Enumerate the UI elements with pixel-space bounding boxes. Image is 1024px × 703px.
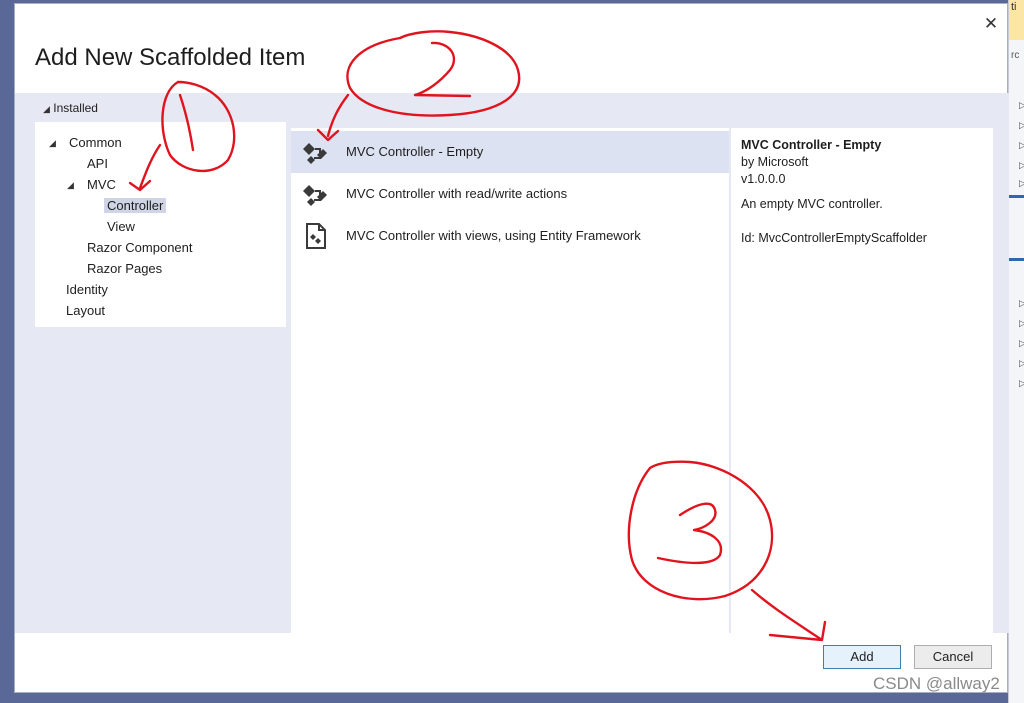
watermark: CSDN @allway2 <box>873 674 1000 693</box>
ide-expand-arrow-icon: ▷ <box>1019 160 1024 170</box>
controller-icon <box>303 143 327 164</box>
list-item-mvc-controller-empty[interactable]: MVC Controller - Empty <box>291 131 729 173</box>
ide-expand-arrow-icon: ▷ <box>1019 298 1024 308</box>
list-item-mvc-controller-entity-framework[interactable]: MVC Controller with views, using Entity … <box>291 215 729 257</box>
close-icon: ✕ <box>983 14 999 33</box>
ide-selection-marker <box>1009 258 1024 261</box>
ide-expand-arrow-icon: ▷ <box>1019 100 1024 110</box>
tree-item-identity[interactable]: Identity <box>63 281 111 299</box>
controller-icon <box>303 185 327 206</box>
dialog-title: Add New Scaffolded Item <box>35 44 306 71</box>
ide-tab-fragment: ti <box>1009 0 1024 40</box>
category-tree: ◢ Common API ◢ MVC Controller View Razor C… <box>35 122 286 327</box>
tree-item-razor-pages[interactable]: Razor Pages <box>84 260 165 278</box>
expanded-triangle-icon[interactable]: ◢ <box>67 176 74 194</box>
ide-expand-arrow-icon: ▷ <box>1019 120 1024 130</box>
tree-item-api[interactable]: API <box>84 155 111 173</box>
ide-expand-arrow-icon: ▷ <box>1019 140 1024 150</box>
ide-text-fragment: rc <box>1011 50 1020 61</box>
entity-framework-icon <box>306 223 326 249</box>
installed-node[interactable]: ◢ Installed <box>43 101 98 115</box>
tree-item-razor-component[interactable]: Razor Component <box>84 239 196 257</box>
ide-expand-arrow-icon: ▷ <box>1019 378 1024 388</box>
add-button[interactable]: Add <box>823 645 901 669</box>
detail-version: v1.0.0.0 <box>741 172 786 186</box>
close-button[interactable]: ✕ <box>981 14 1001 34</box>
detail-author: by Microsoft <box>741 155 809 169</box>
tree-item-mvc[interactable]: ◢ MVC <box>67 176 119 194</box>
list-item-mvc-controller-read-write[interactable]: MVC Controller with read/write actions <box>291 173 729 215</box>
installed-label: Installed <box>53 101 98 115</box>
ide-expand-arrow-icon: ▷ <box>1019 358 1024 368</box>
tree-item-common[interactable]: ◢ Common <box>49 134 125 152</box>
detail-title: MVC Controller - Empty <box>741 138 882 152</box>
collapse-triangle-icon[interactable]: ◢ <box>43 104 50 114</box>
dialog-content: ◢ Installed ◢ Common API ◢ MVC Controller … <box>15 93 1009 633</box>
expanded-triangle-icon[interactable]: ◢ <box>49 134 56 152</box>
ide-expand-arrow-icon: ▷ <box>1019 338 1024 348</box>
background-ide-strip: ti rc ▷ ▷ ▷ ▷ ▷ ▷ ▷ ▷ ▷ ▷ <box>1008 0 1024 703</box>
detail-id: Id: MvcControllerEmptyScaffolder <box>741 231 927 245</box>
scaffolder-list: MVC Controller - Empty MVC Controller wi… <box>291 128 729 633</box>
tree-item-view[interactable]: View <box>104 218 138 236</box>
add-scaffolded-item-dialog: ✕ Add New Scaffolded Item ◢ Installed ◢ C… <box>14 3 1009 693</box>
ide-expand-arrow-icon: ▷ <box>1019 178 1024 188</box>
detail-description: An empty MVC controller. <box>741 197 883 211</box>
cancel-button[interactable]: Cancel <box>914 645 992 669</box>
detail-panel: MVC Controller - Empty by Microsoft v1.0… <box>731 128 993 633</box>
tree-item-controller[interactable]: Controller <box>104 197 167 215</box>
tree-item-layout[interactable]: Layout <box>63 302 108 320</box>
ide-selection-marker <box>1009 195 1024 198</box>
ide-expand-arrow-icon: ▷ <box>1019 318 1024 328</box>
